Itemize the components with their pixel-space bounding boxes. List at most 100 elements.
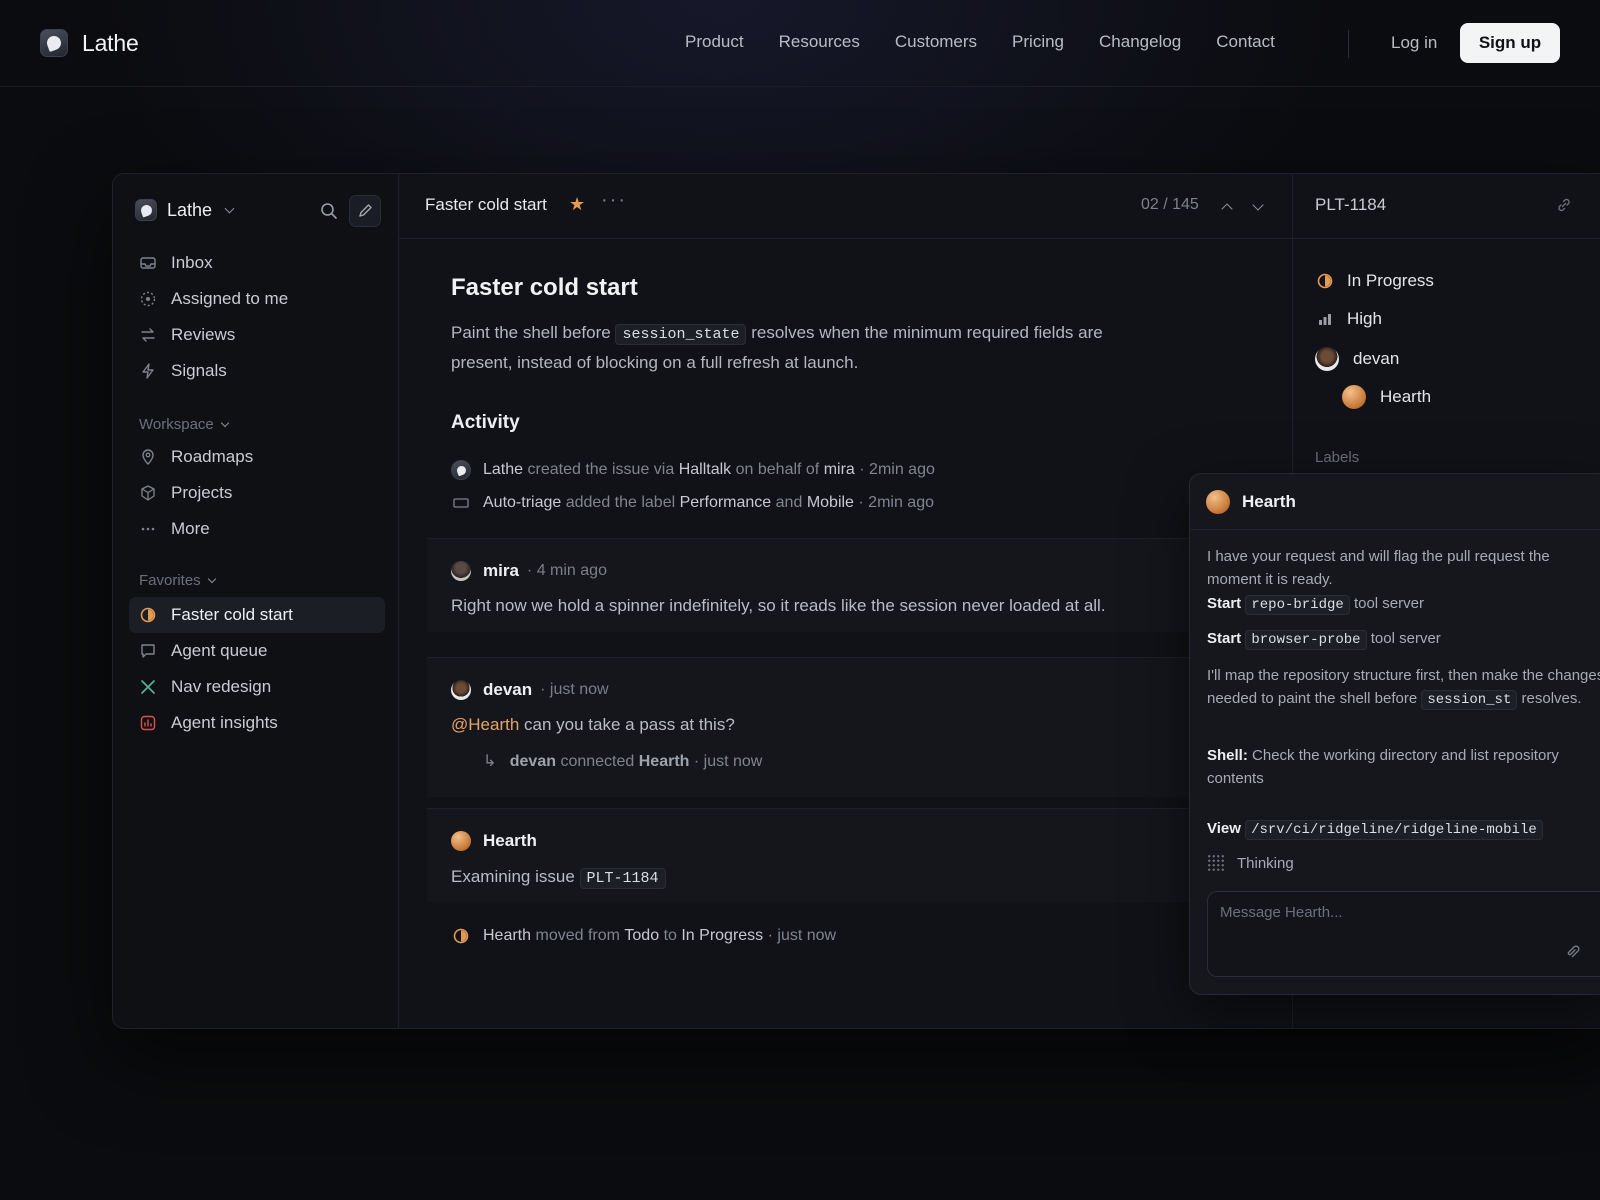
labels-header[interactable]: Labels — [1315, 449, 1359, 466]
issue-main: Faster cold start ★ ··· 02 / 145 Faster … — [399, 174, 1292, 1028]
inline-code: /srv/ci/ridgeline/ridgeline-mobile — [1245, 820, 1543, 840]
priority-property[interactable]: High — [1315, 309, 1382, 329]
comment-author[interactable]: devan — [483, 680, 532, 700]
chevron-down-icon — [207, 574, 216, 583]
sidebar-item-roadmaps[interactable]: Roadmaps — [129, 439, 385, 475]
sidebar-item-signals[interactable]: Signals — [129, 353, 385, 389]
activity-text: on behalf of — [735, 461, 820, 478]
section-label: Workspace — [139, 416, 214, 433]
comment-card: mira · 4 min ago Right now we hold a spi… — [427, 538, 1207, 632]
nav-link-customers[interactable]: Customers — [895, 32, 977, 52]
more-icon — [139, 520, 157, 538]
nav-link-contact[interactable]: Contact — [1216, 32, 1275, 52]
compose-button[interactable] — [349, 195, 381, 227]
message-input[interactable] — [1220, 904, 1580, 921]
issue-title[interactable]: Faster cold start — [451, 274, 638, 302]
agent-value: Hearth — [1380, 387, 1432, 406]
sidebar-item-label: Roadmaps — [171, 447, 254, 466]
inline-code: browser-probe — [1245, 630, 1367, 650]
hearth-avatar — [451, 831, 471, 851]
inline-code: session_st — [1421, 690, 1518, 710]
label-icon — [451, 493, 471, 513]
workspace-switcher[interactable]: Lathe — [135, 199, 235, 221]
sidebar-item-agent-insights[interactable]: Agent insights — [129, 705, 385, 741]
inline-code: session_state — [615, 324, 747, 345]
workspace-name: Lathe — [167, 199, 213, 220]
activity-actor[interactable]: Lathe — [483, 461, 523, 479]
assignee-property[interactable]: devan — [1315, 347, 1399, 371]
header-issue-title[interactable]: Faster cold start — [425, 195, 547, 215]
lathe-avatar-icon — [451, 460, 471, 480]
sidebar-item-more[interactable]: More — [129, 511, 385, 547]
nav-divider — [1348, 30, 1349, 58]
activity-value: In Progress — [681, 927, 764, 944]
activity-item: Hearth moved from Todo to In Progress · … — [451, 926, 836, 946]
hearth-avatar — [1206, 489, 1230, 514]
nav-link-product[interactable]: Product — [685, 32, 744, 52]
inline-code: repo-bridge — [1245, 595, 1350, 615]
link-icon[interactable] — [1555, 196, 1573, 219]
sidebar-item-inbox[interactable]: Inbox — [129, 245, 385, 281]
inbox-icon — [139, 254, 157, 272]
event-label: Start — [1207, 595, 1242, 612]
signup-button[interactable]: Sign up — [1460, 23, 1560, 63]
workspace-section-header[interactable]: Workspace — [139, 416, 230, 433]
favorites-section-header[interactable]: Favorites — [139, 572, 216, 589]
activity-item: Auto-triage added the label Performance … — [451, 493, 934, 513]
nav-link-resources[interactable]: Resources — [779, 32, 860, 52]
star-icon[interactable]: ★ — [569, 194, 585, 215]
activity-value[interactable]: Mobile — [807, 494, 854, 512]
sidebar-item-reviews[interactable]: Reviews — [129, 317, 385, 353]
comment-author[interactable]: mira — [483, 561, 519, 581]
sidebar-item-label: Inbox — [171, 253, 213, 272]
comment-subevent: ↳ devan connected Hearth · just now — [483, 751, 762, 771]
agent-property[interactable]: Hearth — [1342, 385, 1431, 409]
activity-time: · just now — [767, 927, 837, 944]
chevron-down-icon — [220, 418, 230, 427]
activity-text: to — [663, 927, 677, 944]
event-label: View — [1207, 820, 1241, 837]
sidebar: Lathe Inbox Assigned to me Reviews Signa… — [113, 174, 399, 1028]
status-property[interactable]: In Progress — [1315, 271, 1434, 291]
activity-value[interactable]: mira — [824, 461, 855, 479]
comment-author[interactable]: Hearth — [483, 831, 537, 851]
issue-description[interactable]: Paint the shell before session_state res… — [451, 319, 1131, 377]
login-link[interactable]: Log in — [1391, 33, 1437, 53]
activity-text: moved from — [535, 927, 620, 944]
search-icon[interactable] — [317, 199, 341, 223]
issue-id[interactable]: PLT-1184 — [1315, 195, 1386, 215]
sidebar-item-nav-redesign[interactable]: Nav redesign — [129, 669, 385, 705]
issue-position: 02 / 145 — [1141, 196, 1199, 213]
comment-body: Right now we hold a spinner indefinitely… — [451, 596, 1106, 615]
reply-arrow-icon: ↳ — [483, 753, 497, 770]
avatar — [451, 680, 471, 700]
attachment-icon[interactable] — [1564, 944, 1580, 964]
sub-text: connected — [560, 753, 635, 770]
sidebar-item-faster-cold-start[interactable]: Faster cold start — [129, 597, 385, 633]
activity-value[interactable]: Performance — [680, 494, 772, 512]
chat-header: Hearth — [1190, 474, 1600, 530]
nav-link-changelog[interactable]: Changelog — [1099, 32, 1181, 52]
more-options-icon[interactable]: ··· — [601, 189, 627, 212]
sidebar-item-agent-queue[interactable]: Agent queue — [129, 633, 385, 669]
brand-name: Lathe — [82, 29, 139, 56]
inline-code: PLT-1184 — [579, 868, 666, 889]
brand[interactable]: Lathe — [40, 29, 139, 57]
chevron-up-icon[interactable] — [1217, 197, 1237, 217]
comment-card: devan · just now @Hearth can you take a … — [427, 657, 1207, 797]
sidebar-item-label: Agent queue — [171, 641, 268, 660]
chart-icon — [139, 714, 157, 732]
sidebar-item-assigned[interactable]: Assigned to me — [129, 281, 385, 317]
mention-link[interactable]: @Hearth — [451, 715, 519, 734]
nav-link-pricing[interactable]: Pricing — [1012, 32, 1064, 52]
sidebar-item-projects[interactable]: Projects — [129, 475, 385, 511]
status-value: In Progress — [1347, 271, 1434, 290]
activity-text: created the issue via — [527, 461, 675, 478]
nav-links: Product Resources Customers Pricing Chan… — [685, 32, 1310, 52]
sub-target[interactable]: Hearth — [639, 753, 690, 770]
sub-actor[interactable]: devan — [510, 753, 556, 770]
chat-agent-name: Hearth — [1242, 491, 1296, 511]
thinking-icon — [1207, 854, 1225, 872]
activity-actor[interactable]: Hearth — [483, 927, 531, 945]
chevron-down-icon[interactable] — [1248, 197, 1268, 217]
